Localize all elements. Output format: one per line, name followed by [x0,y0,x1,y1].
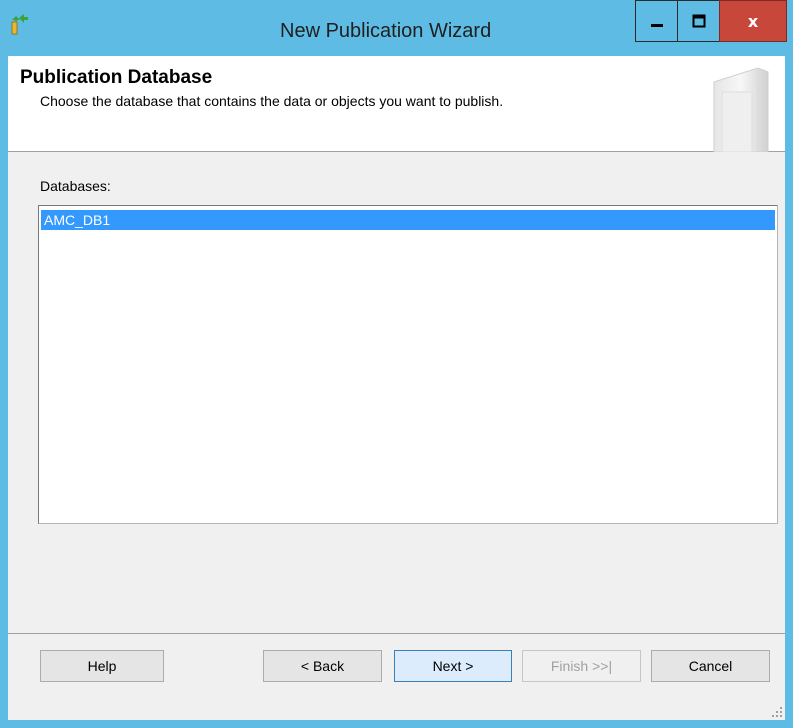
maximize-icon [692,14,705,28]
list-item-amc-db1[interactable]: AMC_DB1 [41,210,775,230]
wizard-footer: Help < Back Next > Finish >>| Cancel [8,633,785,720]
replication-icon [11,14,28,35]
wizard-banner-graphic [713,67,769,152]
databases-label: Databases: [40,178,111,194]
minimize-button[interactable] [635,0,677,42]
wizard-header: Publication Database Choose the database… [8,56,785,152]
wizard-body: Publication Database Choose the database… [8,56,785,720]
back-button[interactable]: < Back [263,650,382,682]
databases-listbox[interactable]: AMC_DB1 [38,205,778,524]
page-title: Publication Database [20,67,213,88]
resize-grip-icon[interactable] [771,706,783,718]
minimize-icon [650,24,663,27]
close-icon: x [747,11,759,31]
help-button[interactable]: Help [40,650,164,682]
title-bar[interactable]: New Publication Wizard x [0,0,793,56]
finish-button[interactable]: Finish >>| [522,650,641,682]
cancel-button[interactable]: Cancel [651,650,770,682]
page-subtitle: Choose the database that contains the da… [40,93,504,109]
next-button[interactable]: Next > [394,650,512,682]
window-title: New Publication Wizard [280,20,492,42]
maximize-button[interactable] [677,0,719,42]
wizard-window: New Publication Wizard x Publication Dat… [0,0,793,728]
close-button[interactable]: x [719,0,787,42]
